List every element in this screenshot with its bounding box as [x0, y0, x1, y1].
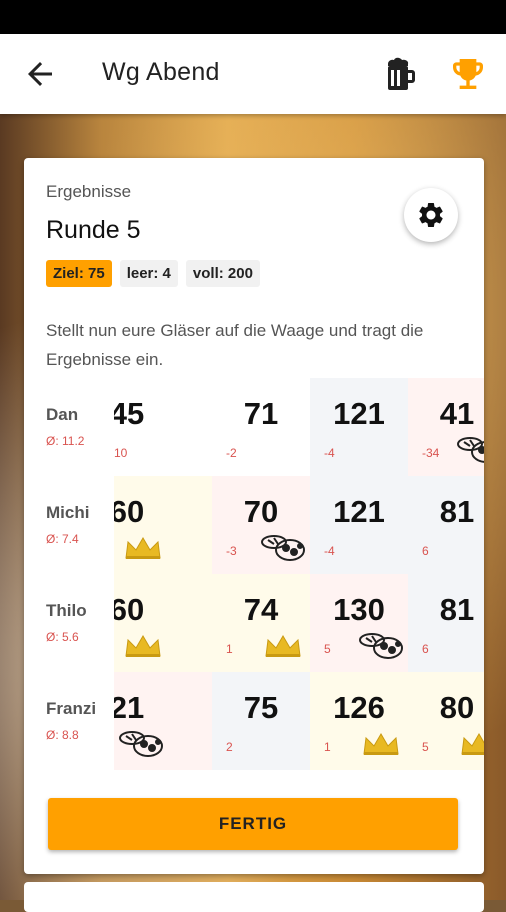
- spilled-glass-icon: [456, 434, 484, 471]
- score-cell[interactable]: 130 5: [310, 574, 408, 672]
- score-difference: 5: [324, 642, 331, 656]
- score-difference: 5: [422, 740, 429, 754]
- score-value: 60: [114, 592, 145, 627]
- score-difference: -3: [226, 544, 237, 558]
- score-cell[interactable]: 70 -3: [212, 476, 310, 574]
- spilled-glass-icon: [118, 728, 166, 765]
- score-value: 81: [439, 592, 475, 627]
- settings-button[interactable]: [404, 188, 458, 242]
- round-info-chips: Ziel: 75 leer: 4 voll: 200: [46, 260, 260, 287]
- player-average: Ø: 8.8: [46, 728, 79, 742]
- score-cell[interactable]: 74 1: [212, 574, 310, 672]
- spilled-glass-icon: [358, 630, 406, 667]
- status-bar: [0, 0, 506, 34]
- score-value: 41: [439, 396, 475, 431]
- player-average: Ø: 11.2: [46, 434, 85, 448]
- empty-weight-chip: leer: 4: [119, 260, 178, 287]
- score-cell[interactable]: 81 6: [408, 574, 484, 672]
- score-value: 80: [439, 690, 475, 725]
- player-average: Ø: 5.6: [46, 630, 79, 644]
- score-value: 130: [333, 592, 385, 627]
- crown-icon: [362, 732, 400, 761]
- score-difference: 6: [422, 642, 429, 656]
- crown-icon: [124, 536, 162, 565]
- app-bar: Wg Abend: [0, 34, 506, 114]
- next-card-edge: [24, 882, 484, 912]
- instructions-text: Stellt nun eure Gläser auf die Waage und…: [46, 321, 424, 369]
- results-card: Ergebnisse Runde 5 Ziel: 75 leer: 4 voll…: [24, 158, 484, 874]
- score-difference: -4: [324, 544, 335, 558]
- gear-icon: [419, 203, 443, 227]
- score-value: 126: [333, 690, 385, 725]
- beer-button[interactable]: [380, 54, 420, 94]
- app-title: Wg Abend: [102, 58, 220, 86]
- crown-icon: [460, 732, 484, 761]
- arrow-left-icon: [28, 62, 52, 86]
- player-average: Ø: 7.4: [46, 532, 79, 546]
- results-grid: Dan Ø: 11.2 45 10 71 -2 121 -4 41 -34 Michi Ø: 7.4 6…: [24, 378, 484, 770]
- score-difference: 2: [226, 740, 233, 754]
- player-name: Dan: [46, 405, 79, 424]
- score-difference: 1: [324, 740, 331, 754]
- round-title: Runde 5: [46, 216, 141, 244]
- score-cell[interactable]: 71 -2: [212, 378, 310, 476]
- trophy-button[interactable]: [448, 54, 488, 94]
- score-cell[interactable]: 75 2: [212, 672, 310, 770]
- score-difference: -4: [324, 446, 335, 460]
- done-button[interactable]: FERTIG: [48, 798, 458, 850]
- score-value: 81: [439, 494, 475, 529]
- score-value: 121: [333, 494, 385, 529]
- score-cell[interactable]: 21: [114, 672, 212, 770]
- score-difference: 6: [422, 544, 429, 558]
- score-difference: 10: [114, 446, 128, 460]
- back-button[interactable]: [22, 56, 58, 92]
- score-cell[interactable]: 60: [114, 574, 212, 672]
- score-cell[interactable]: 126 1: [310, 672, 408, 770]
- score-cell[interactable]: 81 6: [408, 476, 484, 574]
- target-chip: Ziel: 75: [46, 260, 112, 287]
- score-value: 75: [243, 690, 279, 725]
- trophy-icon: [453, 59, 483, 89]
- score-cell[interactable]: 121 -4: [310, 378, 408, 476]
- score-value: 21: [114, 690, 145, 725]
- beer-mug-icon: [388, 57, 415, 90]
- player-name: Franzi: [46, 699, 97, 718]
- crown-icon: [124, 634, 162, 663]
- player-name: Thilo: [46, 601, 87, 620]
- score-difference: -34: [422, 446, 440, 460]
- score-cell[interactable]: 41 -34: [408, 378, 484, 476]
- spilled-glass-icon: [260, 532, 308, 569]
- full-weight-chip: voll: 200: [185, 260, 260, 287]
- score-value: 74: [243, 592, 279, 627]
- score-cell[interactable]: 45 10: [114, 378, 212, 476]
- score-cell[interactable]: 60: [114, 476, 212, 574]
- score-value: 70: [243, 494, 279, 529]
- score-value: 60: [114, 494, 145, 529]
- crown-icon: [264, 634, 302, 663]
- score-value: 45: [114, 396, 145, 431]
- score-value: 121: [333, 396, 385, 431]
- player-name: Michi: [46, 503, 90, 522]
- score-cell[interactable]: 80 5: [408, 672, 484, 770]
- section-label: Ergebnisse: [46, 182, 132, 201]
- score-difference: -2: [226, 446, 237, 460]
- score-value: 71: [243, 396, 279, 431]
- score-cell[interactable]: 121 -4: [310, 476, 408, 574]
- score-difference: 1: [226, 642, 233, 656]
